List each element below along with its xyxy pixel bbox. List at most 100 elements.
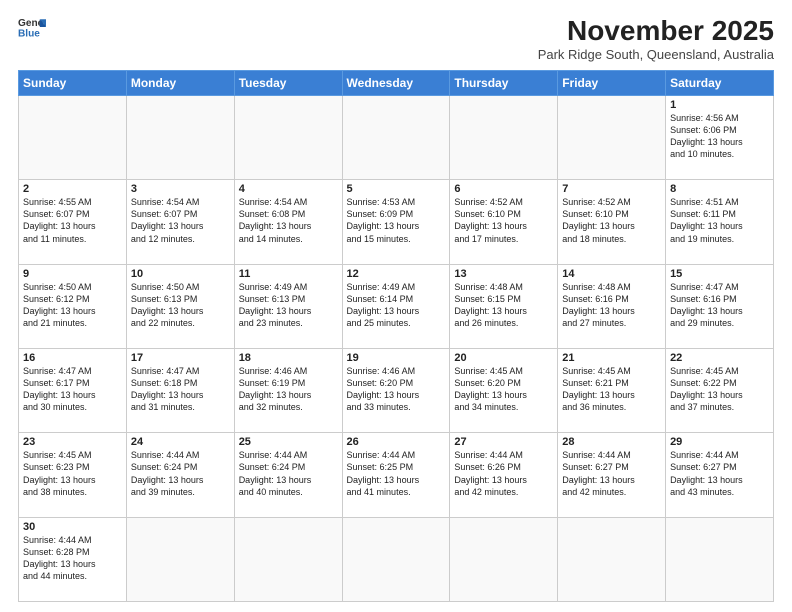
day-info: Sunrise: 4:45 AM Sunset: 6:20 PM Dayligh… <box>454 365 553 414</box>
day-info: Sunrise: 4:44 AM Sunset: 6:24 PM Dayligh… <box>131 449 230 498</box>
calendar-cell: 9Sunrise: 4:50 AM Sunset: 6:12 PM Daylig… <box>19 264 127 348</box>
day-number: 13 <box>454 268 553 280</box>
calendar-cell: 1Sunrise: 4:56 AM Sunset: 6:06 PM Daylig… <box>666 95 774 179</box>
day-info: Sunrise: 4:44 AM Sunset: 6:27 PM Dayligh… <box>670 449 769 498</box>
calendar-cell: 13Sunrise: 4:48 AM Sunset: 6:15 PM Dayli… <box>450 264 558 348</box>
day-info: Sunrise: 4:45 AM Sunset: 6:23 PM Dayligh… <box>23 449 122 498</box>
day-number: 26 <box>347 436 446 448</box>
calendar-cell: 30Sunrise: 4:44 AM Sunset: 6:28 PM Dayli… <box>19 517 127 601</box>
day-number: 3 <box>131 183 230 195</box>
weekday-sunday: Sunday <box>19 70 127 95</box>
day-number: 8 <box>670 183 769 195</box>
location: Park Ridge South, Queensland, Australia <box>538 47 774 62</box>
calendar-cell: 19Sunrise: 4:46 AM Sunset: 6:20 PM Dayli… <box>342 348 450 432</box>
calendar-cell <box>342 517 450 601</box>
day-info: Sunrise: 4:44 AM Sunset: 6:25 PM Dayligh… <box>347 449 446 498</box>
day-info: Sunrise: 4:50 AM Sunset: 6:12 PM Dayligh… <box>23 281 122 330</box>
calendar-cell: 17Sunrise: 4:47 AM Sunset: 6:18 PM Dayli… <box>126 348 234 432</box>
calendar-cell <box>126 95 234 179</box>
day-info: Sunrise: 4:47 AM Sunset: 6:16 PM Dayligh… <box>670 281 769 330</box>
calendar-cell <box>234 95 342 179</box>
day-number: 27 <box>454 436 553 448</box>
day-info: Sunrise: 4:44 AM Sunset: 6:24 PM Dayligh… <box>239 449 338 498</box>
day-info: Sunrise: 4:44 AM Sunset: 6:26 PM Dayligh… <box>454 449 553 498</box>
day-number: 12 <box>347 268 446 280</box>
day-number: 29 <box>670 436 769 448</box>
day-number: 9 <box>23 268 122 280</box>
calendar-cell: 28Sunrise: 4:44 AM Sunset: 6:27 PM Dayli… <box>558 433 666 517</box>
month-title: November 2025 <box>538 16 774 47</box>
day-number: 28 <box>562 436 661 448</box>
calendar-cell: 2Sunrise: 4:55 AM Sunset: 6:07 PM Daylig… <box>19 180 127 264</box>
day-number: 2 <box>23 183 122 195</box>
calendar-cell: 15Sunrise: 4:47 AM Sunset: 6:16 PM Dayli… <box>666 264 774 348</box>
day-info: Sunrise: 4:54 AM Sunset: 6:07 PM Dayligh… <box>131 196 230 245</box>
calendar-cell: 12Sunrise: 4:49 AM Sunset: 6:14 PM Dayli… <box>342 264 450 348</box>
week-row-1: 2Sunrise: 4:55 AM Sunset: 6:07 PM Daylig… <box>19 180 774 264</box>
calendar-cell <box>558 517 666 601</box>
week-row-2: 9Sunrise: 4:50 AM Sunset: 6:12 PM Daylig… <box>19 264 774 348</box>
day-number: 18 <box>239 352 338 364</box>
day-number: 24 <box>131 436 230 448</box>
day-number: 17 <box>131 352 230 364</box>
calendar-cell <box>19 95 127 179</box>
weekday-saturday: Saturday <box>666 70 774 95</box>
day-number: 14 <box>562 268 661 280</box>
calendar-cell: 8Sunrise: 4:51 AM Sunset: 6:11 PM Daylig… <box>666 180 774 264</box>
day-info: Sunrise: 4:44 AM Sunset: 6:27 PM Dayligh… <box>562 449 661 498</box>
day-info: Sunrise: 4:46 AM Sunset: 6:20 PM Dayligh… <box>347 365 446 414</box>
calendar-cell <box>126 517 234 601</box>
calendar-cell: 27Sunrise: 4:44 AM Sunset: 6:26 PM Dayli… <box>450 433 558 517</box>
day-number: 15 <box>670 268 769 280</box>
day-number: 7 <box>562 183 661 195</box>
day-info: Sunrise: 4:51 AM Sunset: 6:11 PM Dayligh… <box>670 196 769 245</box>
calendar-cell: 20Sunrise: 4:45 AM Sunset: 6:20 PM Dayli… <box>450 348 558 432</box>
day-info: Sunrise: 4:56 AM Sunset: 6:06 PM Dayligh… <box>670 112 769 161</box>
calendar-cell: 18Sunrise: 4:46 AM Sunset: 6:19 PM Dayli… <box>234 348 342 432</box>
weekday-header-row: SundayMondayTuesdayWednesdayThursdayFrid… <box>19 70 774 95</box>
day-info: Sunrise: 4:50 AM Sunset: 6:13 PM Dayligh… <box>131 281 230 330</box>
calendar-cell: 4Sunrise: 4:54 AM Sunset: 6:08 PM Daylig… <box>234 180 342 264</box>
calendar-cell: 23Sunrise: 4:45 AM Sunset: 6:23 PM Dayli… <box>19 433 127 517</box>
day-info: Sunrise: 4:47 AM Sunset: 6:18 PM Dayligh… <box>131 365 230 414</box>
day-number: 10 <box>131 268 230 280</box>
week-row-0: 1Sunrise: 4:56 AM Sunset: 6:06 PM Daylig… <box>19 95 774 179</box>
day-info: Sunrise: 4:45 AM Sunset: 6:22 PM Dayligh… <box>670 365 769 414</box>
day-info: Sunrise: 4:44 AM Sunset: 6:28 PM Dayligh… <box>23 534 122 583</box>
day-info: Sunrise: 4:52 AM Sunset: 6:10 PM Dayligh… <box>562 196 661 245</box>
calendar-cell: 21Sunrise: 4:45 AM Sunset: 6:21 PM Dayli… <box>558 348 666 432</box>
day-number: 25 <box>239 436 338 448</box>
weekday-friday: Friday <box>558 70 666 95</box>
day-number: 16 <box>23 352 122 364</box>
calendar-cell: 3Sunrise: 4:54 AM Sunset: 6:07 PM Daylig… <box>126 180 234 264</box>
day-number: 23 <box>23 436 122 448</box>
day-info: Sunrise: 4:48 AM Sunset: 6:15 PM Dayligh… <box>454 281 553 330</box>
weekday-monday: Monday <box>126 70 234 95</box>
calendar-cell: 7Sunrise: 4:52 AM Sunset: 6:10 PM Daylig… <box>558 180 666 264</box>
calendar-cell <box>450 517 558 601</box>
header: General Blue November 2025 Park Ridge So… <box>18 16 774 62</box>
day-number: 20 <box>454 352 553 364</box>
week-row-4: 23Sunrise: 4:45 AM Sunset: 6:23 PM Dayli… <box>19 433 774 517</box>
calendar-cell: 14Sunrise: 4:48 AM Sunset: 6:16 PM Dayli… <box>558 264 666 348</box>
day-number: 30 <box>23 521 122 533</box>
day-info: Sunrise: 4:53 AM Sunset: 6:09 PM Dayligh… <box>347 196 446 245</box>
calendar-cell: 11Sunrise: 4:49 AM Sunset: 6:13 PM Dayli… <box>234 264 342 348</box>
weekday-wednesday: Wednesday <box>342 70 450 95</box>
generalblue-logo-icon: General Blue <box>18 16 46 38</box>
calendar-cell <box>450 95 558 179</box>
day-info: Sunrise: 4:48 AM Sunset: 6:16 PM Dayligh… <box>562 281 661 330</box>
day-info: Sunrise: 4:52 AM Sunset: 6:10 PM Dayligh… <box>454 196 553 245</box>
calendar-cell <box>234 517 342 601</box>
weekday-thursday: Thursday <box>450 70 558 95</box>
day-number: 1 <box>670 99 769 111</box>
calendar-cell: 29Sunrise: 4:44 AM Sunset: 6:27 PM Dayli… <box>666 433 774 517</box>
calendar-cell: 6Sunrise: 4:52 AM Sunset: 6:10 PM Daylig… <box>450 180 558 264</box>
svg-text:Blue: Blue <box>18 28 40 38</box>
weekday-tuesday: Tuesday <box>234 70 342 95</box>
calendar-cell <box>558 95 666 179</box>
title-block: November 2025 Park Ridge South, Queensla… <box>538 16 774 62</box>
calendar-cell: 24Sunrise: 4:44 AM Sunset: 6:24 PM Dayli… <box>126 433 234 517</box>
day-number: 4 <box>239 183 338 195</box>
day-number: 11 <box>239 268 338 280</box>
